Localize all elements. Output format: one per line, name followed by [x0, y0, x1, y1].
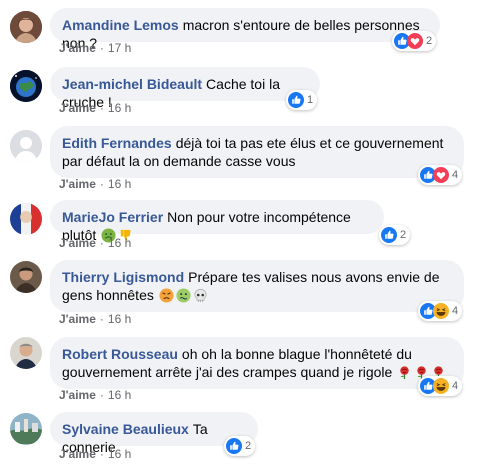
angry-face-emoji: [159, 288, 174, 303]
avatar[interactable]: [10, 261, 42, 293]
comment-bubble: Robert Rousseau oh oh la bonne blague l'h…: [50, 337, 464, 389]
reaction-count: 4: [452, 380, 459, 392]
like-button[interactable]: J'aime: [59, 41, 96, 55]
reaction-count: 1: [307, 94, 314, 106]
avatar-image: [10, 261, 42, 293]
sick-face-emoji: [176, 288, 191, 303]
commenter-name[interactable]: MarieJo Ferrier: [62, 209, 163, 225]
reaction-summary[interactable]: 4: [418, 376, 463, 396]
timestamp[interactable]: 16 h: [108, 101, 131, 115]
timestamp[interactable]: 16 h: [108, 447, 131, 461]
reaction-summary[interactable]: 2: [379, 225, 411, 245]
avatar[interactable]: [10, 337, 42, 369]
avatar-image: [10, 203, 42, 235]
avatar[interactable]: [10, 203, 42, 235]
separator-dot: ·: [99, 236, 104, 250]
avatar[interactable]: [10, 11, 42, 43]
commenter-name[interactable]: Jean-michel Bideault: [62, 76, 202, 92]
separator-dot: ·: [99, 447, 104, 461]
comment-meta: J'aime · 16 h: [59, 312, 131, 326]
reaction-count: 4: [452, 305, 459, 317]
separator-dot: ·: [99, 388, 104, 402]
reaction-summary[interactable]: 2: [392, 31, 437, 51]
comment-meta: J'aime · 16 h: [59, 177, 131, 191]
reaction-count: 2: [426, 35, 433, 47]
like-button[interactable]: J'aime: [59, 236, 96, 250]
avatar-image: [10, 70, 42, 102]
timestamp[interactable]: 17 h: [108, 41, 131, 55]
comment-bubble: Amandine Lemos macron s'entoure de belles…: [50, 8, 440, 51]
reaction-count: 4: [452, 169, 459, 181]
commenter-name[interactable]: Thierry Ligismond: [62, 269, 184, 285]
like-button[interactable]: J'aime: [59, 101, 96, 115]
comment-bubble: MarieJo Ferrier Non pour votre incompéten…: [50, 200, 384, 243]
like-icon: [381, 227, 397, 243]
love-icon: [433, 167, 449, 183]
comment-meta: J'aime · 16 h: [59, 447, 131, 461]
separator-dot: ·: [99, 177, 104, 191]
avatar[interactable]: [10, 70, 42, 102]
comment-meta: J'aime · 16 h: [59, 101, 131, 115]
like-button[interactable]: J'aime: [59, 388, 96, 402]
comment-bubble: Edith Fernandes déjà toi ta pas ete élus …: [50, 126, 464, 178]
reaction-summary[interactable]: 1: [286, 90, 318, 110]
reaction-count: 2: [400, 229, 407, 241]
comment-bubble: Jean-michel Bideault Cache toi la cruche …: [50, 67, 320, 110]
comment-bubble: Thierry Ligismond Prépare tes valises nou…: [50, 260, 464, 312]
separator-dot: ·: [99, 312, 104, 326]
like-icon: [288, 92, 304, 108]
comment-meta: J'aime · 16 h: [59, 388, 131, 402]
like-icon: [226, 438, 242, 454]
love-icon: [407, 33, 423, 49]
rose-emoji: [400, 366, 409, 380]
commenter-name[interactable]: Sylvaine Beaulieux: [62, 421, 189, 437]
avatar[interactable]: [10, 413, 42, 445]
like-button[interactable]: J'aime: [59, 177, 96, 191]
comment-meta: J'aime · 17 h: [59, 41, 131, 55]
like-button[interactable]: J'aime: [59, 312, 96, 326]
default-avatar-icon: [10, 130, 42, 162]
separator-dot: ·: [99, 101, 104, 115]
timestamp[interactable]: 16 h: [108, 177, 131, 191]
commenter-name[interactable]: Amandine Lemos: [62, 17, 179, 33]
separator-dot: ·: [99, 41, 104, 55]
commenter-name[interactable]: Edith Fernandes: [62, 135, 172, 151]
haha-icon: [433, 303, 449, 319]
reaction-count: 2: [245, 440, 252, 452]
reaction-summary[interactable]: 2: [224, 436, 256, 456]
comment-meta: J'aime · 16 h: [59, 236, 131, 250]
reaction-summary[interactable]: 4: [418, 165, 463, 185]
timestamp[interactable]: 16 h: [108, 388, 131, 402]
avatar-image: [10, 413, 42, 445]
avatar[interactable]: [10, 130, 42, 162]
avatar-image: [10, 337, 42, 369]
haha-icon: [433, 378, 449, 394]
avatar-image: [10, 11, 42, 43]
timestamp[interactable]: 16 h: [108, 312, 131, 326]
timestamp[interactable]: 16 h: [108, 236, 131, 250]
skull-emoji: [194, 289, 207, 303]
like-button[interactable]: J'aime: [59, 447, 96, 461]
reaction-summary[interactable]: 4: [418, 301, 463, 321]
commenter-name[interactable]: Robert Rousseau: [62, 346, 178, 362]
